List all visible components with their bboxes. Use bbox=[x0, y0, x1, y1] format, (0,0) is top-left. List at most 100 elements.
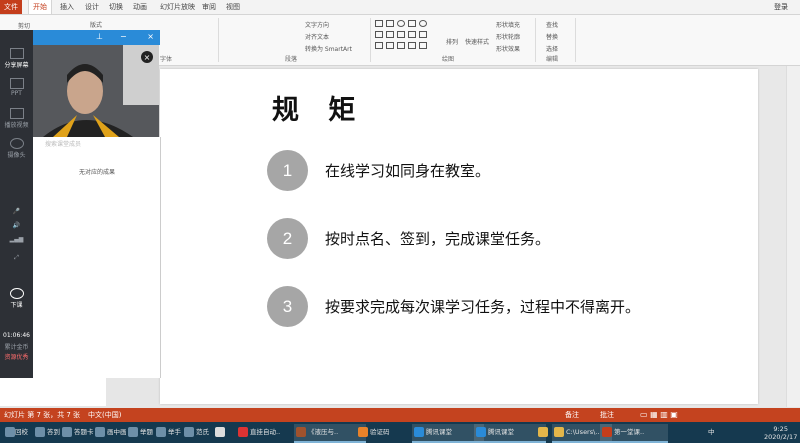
task-item[interactable]: 举题 bbox=[126, 424, 153, 441]
arrange-button[interactable]: 排列 bbox=[446, 37, 458, 46]
shape-oval[interactable] bbox=[419, 20, 427, 27]
task-item[interactable]: 举手 bbox=[154, 424, 181, 441]
shape-oval[interactable] bbox=[397, 20, 405, 27]
shape-effects-button[interactable]: 形状效果 bbox=[496, 44, 520, 53]
tab-animations[interactable]: 动画 bbox=[129, 0, 151, 14]
task-item[interactable] bbox=[536, 424, 550, 441]
camera-label: 摄像头 bbox=[7, 152, 26, 159]
camera-button[interactable]: 摄像头 bbox=[0, 138, 33, 159]
webcam-image: × bbox=[33, 45, 159, 137]
slide-thumbnail[interactable] bbox=[0, 378, 106, 406]
shape-rect[interactable] bbox=[408, 42, 416, 49]
ribbon-tab-bar: 文件 开始 插入 设计 切换 动画 幻灯片放映 审阅 视图 登录 bbox=[0, 0, 800, 15]
tab-review[interactable]: 审阅 bbox=[198, 0, 220, 14]
shape-fill-button[interactable]: 形状填充 bbox=[496, 20, 520, 29]
shape-rect[interactable] bbox=[375, 31, 383, 38]
shape-rect[interactable] bbox=[408, 20, 416, 27]
share-screen-label: 分享屏幕 bbox=[4, 62, 29, 69]
quick-styles-button[interactable]: 快速样式 bbox=[465, 37, 489, 46]
ppt-button[interactable]: PPT bbox=[0, 78, 33, 97]
task-label: 腾讯课堂 bbox=[488, 428, 514, 436]
select-button[interactable]: 选择 bbox=[546, 44, 558, 53]
app-icon bbox=[238, 427, 248, 437]
tab-design[interactable]: 设计 bbox=[81, 0, 103, 14]
minimize-icon[interactable]: − bbox=[120, 32, 127, 41]
slide-title[interactable]: 规 矩 bbox=[272, 88, 365, 127]
clock-time: 9:25 bbox=[773, 425, 788, 433]
pin-icon[interactable]: ⊥ bbox=[96, 32, 103, 41]
close-icon[interactable]: × bbox=[147, 32, 154, 41]
status-bar: 幻灯片 第 7 张，共 7 张 中文(中国) 备注 批注 ▭ ▦ ▥ ▣ bbox=[0, 408, 800, 422]
tab-slideshow[interactable]: 幻灯片放映 bbox=[156, 0, 199, 14]
live-toolbar: 分享屏幕 PPT 播放视频 摄像头 🎤 🔊 ▂▄▆ ⤢ 下课 01:06:46 … bbox=[0, 30, 33, 378]
shape-rect[interactable] bbox=[386, 42, 394, 49]
language-indicator[interactable]: 中文(中国) bbox=[88, 408, 121, 422]
share-screen-button[interactable]: 分享屏幕 bbox=[0, 48, 33, 69]
task-item[interactable]: 答题卡 bbox=[60, 424, 94, 441]
app-icon bbox=[414, 427, 424, 437]
view-buttons[interactable]: ▭ ▦ ▥ ▣ bbox=[640, 408, 678, 422]
task-item[interactable]: 范氏 bbox=[182, 424, 209, 441]
svg-text:×: × bbox=[144, 53, 151, 62]
task-item[interactable]: 画中画 bbox=[93, 424, 127, 441]
ppt-icon bbox=[9, 78, 24, 89]
clock[interactable]: 9:25 2020/2/17 bbox=[764, 425, 797, 442]
shape-rect[interactable] bbox=[408, 31, 416, 38]
power-icon bbox=[9, 288, 24, 299]
vertical-scrollbar[interactable] bbox=[786, 66, 800, 407]
cut-button[interactable]: 剪切 bbox=[18, 21, 30, 30]
ime-indicator[interactable]: 中 bbox=[706, 424, 715, 441]
shape-rect[interactable] bbox=[397, 31, 405, 38]
quality-status: 资源优秀 bbox=[4, 354, 29, 361]
folder-icon bbox=[538, 427, 548, 437]
app-icon bbox=[358, 427, 368, 437]
shape-rect[interactable] bbox=[419, 31, 427, 38]
align-text-button[interactable]: 对齐文本 bbox=[305, 32, 329, 41]
rule-text[interactable]: 在线学习如同身在教室。 bbox=[325, 160, 490, 181]
speaker-icon[interactable]: 🔊 bbox=[0, 222, 33, 229]
paragraph-group-label: 段落 bbox=[285, 56, 298, 63]
shape-rect[interactable] bbox=[375, 42, 383, 49]
shape-rect[interactable] bbox=[397, 42, 405, 49]
tab-home[interactable]: 开始 bbox=[28, 0, 52, 14]
rule-text[interactable]: 按时点名、签到，完成课堂任务。 bbox=[325, 228, 550, 249]
task-item[interactable]: 验证码 bbox=[356, 424, 390, 441]
fullscreen-icon[interactable]: ⤢ bbox=[0, 254, 33, 262]
shape-rect[interactable] bbox=[375, 20, 383, 27]
divider bbox=[370, 18, 371, 62]
shape-rect[interactable] bbox=[386, 31, 394, 38]
mic-icon[interactable]: 🎤 bbox=[0, 208, 33, 215]
find-button[interactable]: 查找 bbox=[546, 20, 558, 29]
tab-file[interactable]: 文件 bbox=[0, 0, 22, 14]
task-item[interactable]: 答到 bbox=[33, 424, 60, 441]
shape-outline-button[interactable]: 形状轮廓 bbox=[496, 32, 520, 41]
shape-rect[interactable] bbox=[419, 42, 427, 49]
smartart-button[interactable]: 转换为 SmartArt bbox=[305, 44, 352, 53]
shape-rect[interactable] bbox=[386, 20, 394, 27]
login-link[interactable]: 登录 bbox=[774, 0, 788, 14]
text-direction-button[interactable]: 文字方向 bbox=[305, 20, 329, 29]
teacher-video[interactable]: × bbox=[33, 45, 159, 137]
member-search-hint[interactable]: 搜索课堂成员 bbox=[45, 139, 81, 148]
task-item[interactable]: 第一堂课.. bbox=[600, 424, 668, 443]
member-panel: 搜索课堂成员 无对应的成果 bbox=[33, 137, 161, 378]
monitor-icon bbox=[9, 48, 24, 59]
comments-button[interactable]: 批注 bbox=[600, 408, 614, 422]
rule-number: 2 bbox=[267, 218, 308, 259]
signal-icon[interactable]: ▂▄▆ bbox=[0, 236, 33, 243]
start-icon[interactable] bbox=[213, 424, 227, 441]
tab-insert[interactable]: 插入 bbox=[56, 0, 78, 14]
tab-view[interactable]: 视图 bbox=[222, 0, 244, 14]
app-icon bbox=[156, 427, 166, 437]
rule-text[interactable]: 按要求完成每次课学习任务，过程中不得离开。 bbox=[325, 296, 640, 317]
font-group-label: 字体 bbox=[160, 56, 173, 63]
replace-button[interactable]: 替换 bbox=[546, 32, 558, 41]
notes-button[interactable]: 备注 bbox=[565, 408, 579, 422]
exit-class-button[interactable]: 下课 bbox=[0, 288, 33, 309]
layout-button[interactable]: 版式 bbox=[90, 20, 102, 29]
task-item[interactable]: 直挂自动.. bbox=[236, 424, 280, 441]
play-video-button[interactable]: 播放视频 bbox=[0, 108, 33, 129]
task-item[interactable]: 回校 bbox=[3, 424, 28, 441]
exit-class-label: 下课 bbox=[10, 302, 23, 309]
tab-transitions[interactable]: 切换 bbox=[105, 0, 127, 14]
